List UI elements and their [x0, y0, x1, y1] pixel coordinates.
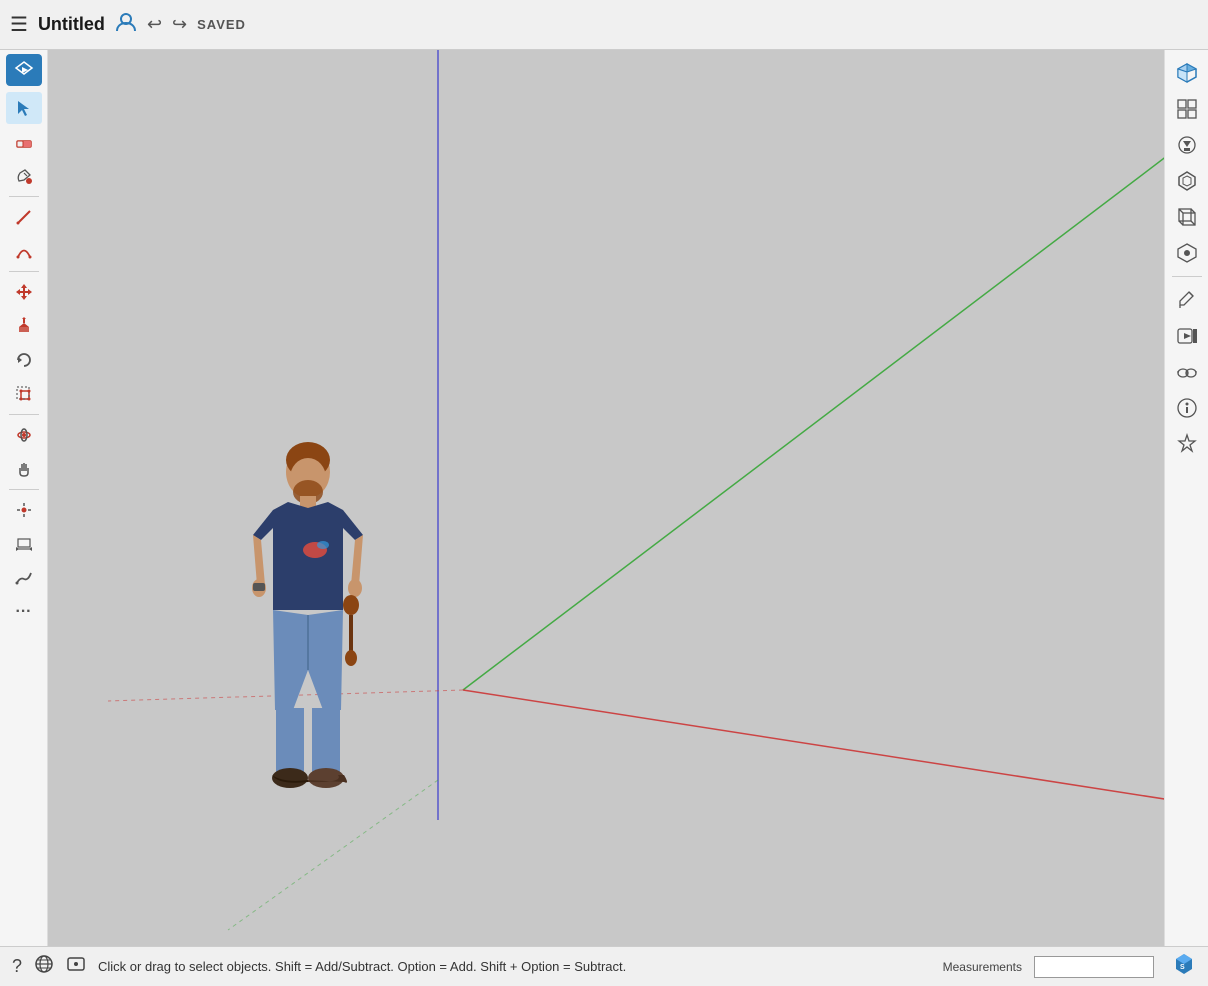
tool-more[interactable]: ···	[6, 596, 42, 628]
main-area: ···	[0, 50, 1208, 946]
sep4	[9, 489, 39, 490]
measurements-label: Measurements	[943, 960, 1022, 974]
right-tool-3d[interactable]	[1170, 202, 1204, 232]
globe-icon[interactable]	[34, 954, 54, 979]
help-icon[interactable]: ?	[12, 956, 22, 977]
tool-scale[interactable]	[6, 378, 42, 410]
tool-pan[interactable]	[6, 453, 42, 485]
tool-rotate[interactable]	[6, 344, 42, 376]
undo-button[interactable]: ↩	[147, 14, 162, 35]
sep1	[9, 196, 39, 197]
menu-icon[interactable]: ☰	[10, 12, 28, 37]
right-sep1	[1172, 276, 1202, 277]
sep3	[9, 414, 39, 415]
measurements-input[interactable]	[1034, 956, 1154, 978]
tool-orbit[interactable]	[6, 419, 42, 451]
tool-eraser[interactable]	[6, 126, 42, 158]
tool-paint[interactable]	[6, 160, 42, 192]
tool-line[interactable]	[6, 201, 42, 233]
right-tool-views-cube[interactable]	[1170, 58, 1204, 88]
status-text: Click or drag to select objects. Shift =…	[98, 959, 931, 974]
tool-dimension[interactable]	[6, 528, 42, 560]
right-tool-animation[interactable]	[1170, 321, 1204, 351]
cursor-icon	[66, 954, 86, 979]
tool-point[interactable]	[6, 494, 42, 526]
tool-extension[interactable]	[6, 54, 42, 86]
tool-pushpull[interactable]	[6, 310, 42, 342]
tool-arc[interactable]	[6, 235, 42, 267]
right-tool-info[interactable]	[1170, 393, 1204, 423]
right-tool-hex[interactable]	[1170, 166, 1204, 196]
canvas-svg	[48, 50, 1164, 946]
status-bar: ? Click or drag to select objects. Shift…	[0, 946, 1208, 986]
right-tool-styles[interactable]	[1170, 130, 1204, 160]
left-toolbar: ···	[0, 50, 48, 946]
right-tool-standard-views[interactable]	[1170, 94, 1204, 124]
sketchup-logo: S	[1172, 952, 1196, 982]
right-tool-alt[interactable]	[1170, 238, 1204, 268]
redo-button[interactable]: ↪	[172, 14, 187, 35]
tool-move[interactable]	[6, 276, 42, 308]
canvas-area[interactable]	[48, 50, 1164, 946]
app-title: Untitled	[38, 14, 105, 35]
sep2	[9, 271, 39, 272]
svg-text:S: S	[1180, 964, 1185, 971]
tool-select[interactable]	[6, 92, 42, 124]
saved-label: SAVED	[197, 17, 246, 32]
user-icon[interactable]	[115, 11, 137, 39]
tool-freehand[interactable]	[6, 562, 42, 594]
right-tool-vr[interactable]	[1170, 357, 1204, 387]
right-toolbar	[1164, 50, 1208, 946]
right-tool-edit[interactable]	[1170, 285, 1204, 315]
human-figure	[243, 440, 373, 810]
right-tool-extensions[interactable]	[1170, 429, 1204, 459]
header: ☰ Untitled ↩ ↪ SAVED	[0, 0, 1208, 50]
